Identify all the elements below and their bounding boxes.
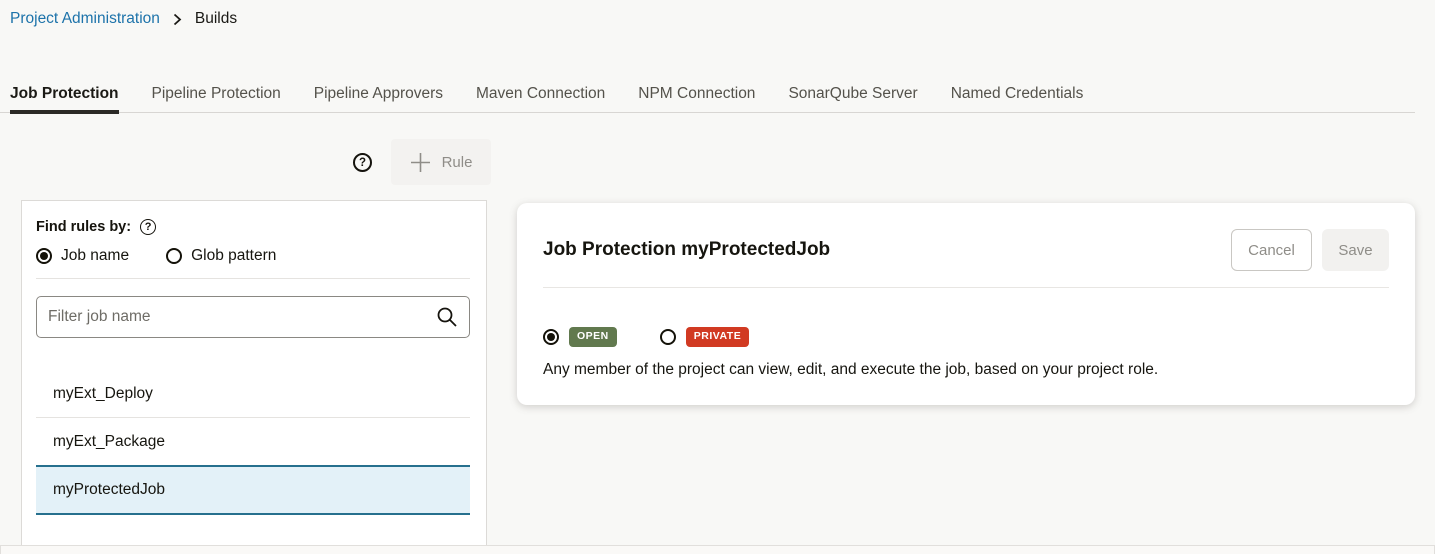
access-description: Any member of the project can view, edit… [543, 361, 1389, 379]
access-option-private[interactable]: PRIVATE [660, 327, 749, 347]
radio-button-icon[interactable] [166, 248, 182, 264]
breadcrumb-link-project-administration[interactable]: Project Administration [10, 10, 160, 28]
tab-maven-connection[interactable]: Maven Connection [476, 75, 605, 112]
save-button[interactable]: Save [1322, 229, 1389, 271]
find-rules-radio-group: Job name Glob pattern [36, 247, 470, 265]
radio-button-icon[interactable] [543, 329, 559, 345]
tab-job-protection[interactable]: Job Protection [10, 75, 119, 112]
radio-option-label: Job name [61, 247, 129, 265]
job-list-item[interactable]: myExt_Package [36, 418, 470, 465]
breadcrumb-current-page: Builds [195, 10, 237, 28]
filter-job-name-input[interactable] [36, 296, 470, 338]
job-name: myProtectedJob [53, 481, 165, 499]
help-icon[interactable]: ? [140, 219, 156, 235]
chevron-right-icon [173, 13, 182, 26]
add-rule-button-label: Rule [442, 154, 473, 171]
find-rules-header: Find rules by: ? [36, 219, 470, 235]
access-radio-group: OPEN PRIVATE [543, 327, 1389, 347]
cancel-button[interactable]: Cancel [1231, 229, 1312, 271]
detail-card-actions: Cancel Save [1231, 229, 1389, 271]
radio-button-icon[interactable] [660, 329, 676, 345]
tab-bar: Job Protection Pipeline Protection Pipel… [0, 75, 1415, 113]
job-filter [36, 296, 470, 338]
breadcrumb: Project Administration Builds [10, 10, 237, 28]
search-icon[interactable] [436, 306, 458, 328]
job-list: myExt_Deploy myExt_Package myProtectedJo… [36, 371, 470, 515]
radio-option-label: Glob pattern [191, 247, 276, 265]
find-rules-label: Find rules by: [36, 219, 131, 235]
help-icon[interactable]: ? [353, 153, 372, 172]
job-name: myExt_Package [53, 433, 165, 451]
tab-named-credentials[interactable]: Named Credentials [951, 75, 1084, 112]
detail-card-header: Job Protection myProtectedJob Cancel Sav… [543, 229, 1389, 271]
job-protection-detail-card: Job Protection myProtectedJob Cancel Sav… [517, 203, 1415, 405]
tab-pipeline-approvers[interactable]: Pipeline Approvers [314, 75, 443, 112]
tab-sonarqube-server[interactable]: SonarQube Server [788, 75, 917, 112]
tab-pipeline-protection[interactable]: Pipeline Protection [152, 75, 281, 112]
rules-panel: Find rules by: ? Job name Glob pattern m… [21, 200, 487, 545]
open-badge[interactable]: OPEN [569, 327, 617, 347]
access-option-open[interactable]: OPEN [543, 327, 617, 347]
tab-npm-connection[interactable]: NPM Connection [638, 75, 755, 112]
radio-option-glob-pattern[interactable]: Glob pattern [166, 247, 276, 265]
detail-card-title: Job Protection myProtectedJob [543, 239, 830, 261]
radio-button-icon[interactable] [36, 248, 52, 264]
add-rule-button[interactable]: Rule [391, 139, 491, 185]
job-name: myExt_Deploy [53, 385, 153, 403]
divider [543, 287, 1389, 288]
job-list-item-selected[interactable]: myProtectedJob [36, 465, 470, 515]
divider [36, 278, 470, 279]
radio-option-job-name[interactable]: Job name [36, 247, 129, 265]
plus-icon [410, 152, 431, 173]
job-list-item[interactable]: myExt_Deploy [36, 371, 470, 418]
private-badge[interactable]: PRIVATE [686, 327, 749, 347]
